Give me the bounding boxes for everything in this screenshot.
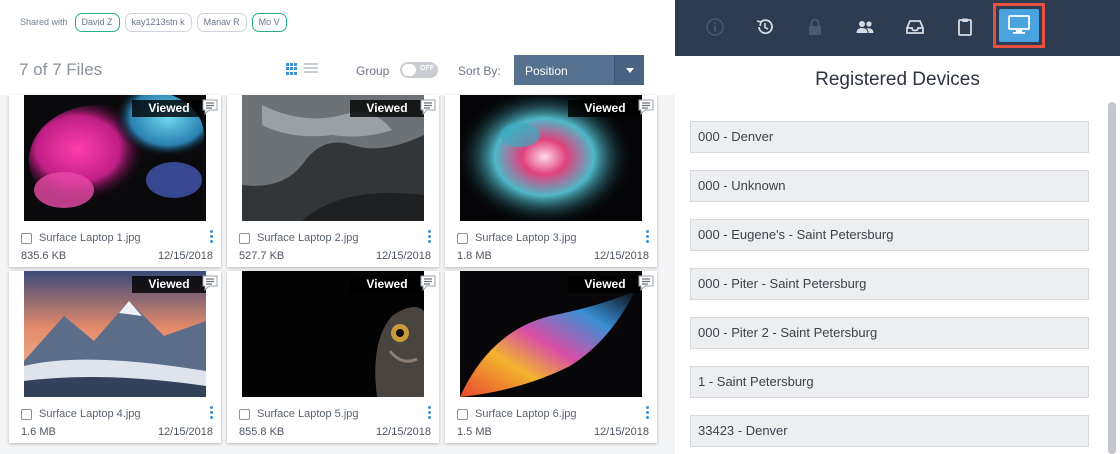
device-item[interactable]: 000 - Piter - Saint Petersburg bbox=[690, 268, 1089, 300]
monitor-tab[interactable] bbox=[999, 9, 1039, 42]
more-options-icon[interactable] bbox=[646, 406, 650, 420]
shared-with-label: Shared with bbox=[20, 17, 68, 27]
file-thumbnail[interactable]: Viewed bbox=[460, 95, 642, 221]
file-grid: Viewed Surface Laptop 1.jpg 835.6 KB 12/… bbox=[0, 95, 675, 454]
toggle-knob bbox=[402, 64, 416, 76]
viewed-badge: Viewed bbox=[132, 100, 206, 117]
more-options-icon[interactable] bbox=[428, 406, 432, 420]
list-view-icon[interactable] bbox=[304, 63, 318, 75]
panel-title: Registered Devices bbox=[815, 69, 980, 90]
device-item[interactable]: 000 - Unknown bbox=[690, 170, 1089, 202]
file-size: 1.5 MB bbox=[457, 426, 492, 438]
file-card[interactable]: Viewed Surface Laptop 3.jpg 1.8 MB 12/15… bbox=[445, 95, 657, 267]
file-size: 855.8 KB bbox=[239, 426, 285, 438]
details-panel: Registered Devices 000 - Denver 000 - Un… bbox=[675, 0, 1120, 454]
more-options-icon[interactable] bbox=[646, 230, 650, 244]
lock-icon[interactable] bbox=[805, 17, 825, 37]
viewed-badge: Viewed bbox=[350, 276, 424, 293]
file-name[interactable]: Surface Laptop 3.jpg bbox=[475, 232, 577, 244]
file-thumbnail[interactable]: Viewed bbox=[24, 95, 206, 221]
files-pane: Shared with David Z kay1213stn k Manav R… bbox=[0, 0, 675, 454]
shared-with-bar: Shared with David Z kay1213stn k Manav R… bbox=[20, 12, 287, 32]
history-icon[interactable] bbox=[755, 17, 775, 37]
file-date: 12/15/2018 bbox=[593, 250, 649, 262]
file-name[interactable]: Surface Laptop 4.jpg bbox=[39, 408, 141, 420]
file-thumbnail[interactable]: Viewed bbox=[242, 271, 424, 397]
more-options-icon[interactable] bbox=[428, 230, 432, 244]
file-date: 12/15/2018 bbox=[375, 426, 431, 438]
shared-user-chip[interactable]: kay1213stn k bbox=[124, 12, 192, 32]
device-item[interactable]: 1 - Saint Petersburg bbox=[690, 366, 1089, 398]
file-name[interactable]: Surface Laptop 2.jpg bbox=[257, 232, 359, 244]
scrollbar[interactable] bbox=[1108, 102, 1116, 454]
comment-icon[interactable] bbox=[201, 274, 219, 292]
comment-icon[interactable] bbox=[419, 98, 437, 116]
shared-user-chip[interactable]: Mo V bbox=[251, 12, 287, 32]
device-item[interactable]: 000 - Piter 2 - Saint Petersburg bbox=[690, 317, 1089, 349]
group-toggle[interactable]: OFF bbox=[400, 62, 438, 78]
file-card[interactable]: Viewed Surface Laptop 2.jpg 527.7 KB 12/… bbox=[227, 95, 439, 267]
viewed-badge: Viewed bbox=[568, 276, 642, 293]
file-card[interactable]: Viewed Surface Laptop 1.jpg 835.6 KB 12/… bbox=[9, 95, 221, 267]
group-label: Group bbox=[356, 64, 390, 78]
clipboard-icon[interactable] bbox=[955, 17, 975, 37]
file-date: 12/15/2018 bbox=[157, 250, 213, 262]
file-size: 835.6 KB bbox=[21, 250, 67, 262]
viewed-badge: Viewed bbox=[132, 276, 206, 293]
sort-by-label: Sort By: bbox=[458, 64, 501, 78]
file-checkbox[interactable] bbox=[457, 233, 468, 244]
more-options-icon[interactable] bbox=[210, 406, 214, 420]
panel-toolbar bbox=[675, 0, 1120, 56]
file-checkbox[interactable] bbox=[239, 233, 250, 244]
inbox-icon[interactable] bbox=[905, 17, 925, 37]
file-checkbox[interactable] bbox=[21, 233, 32, 244]
file-name[interactable]: Surface Laptop 5.jpg bbox=[257, 408, 359, 420]
file-card[interactable]: Viewed Surface Laptop 4.jpg 1.6 MB 12/15… bbox=[9, 271, 221, 443]
file-card[interactable]: Viewed Surface Laptop 6.jpg 1.5 MB 12/15… bbox=[445, 271, 657, 443]
file-date: 12/15/2018 bbox=[375, 250, 431, 262]
file-date: 12/15/2018 bbox=[593, 426, 649, 438]
toggle-state: OFF bbox=[420, 65, 434, 72]
shared-user-chip[interactable]: David Z bbox=[74, 12, 120, 32]
device-item[interactable]: 000 - Denver bbox=[690, 121, 1089, 153]
scrollbar-thumb[interactable] bbox=[1108, 102, 1116, 454]
file-size: 527.7 KB bbox=[239, 250, 285, 262]
sort-value: Position bbox=[525, 64, 568, 78]
device-item[interactable]: 000 - Eugene's - Saint Petersburg bbox=[690, 219, 1089, 251]
file-checkbox[interactable] bbox=[457, 409, 468, 420]
chevron-down-icon[interactable] bbox=[614, 55, 644, 85]
file-size: 1.6 MB bbox=[21, 426, 56, 438]
file-checkbox[interactable] bbox=[21, 409, 32, 420]
file-date: 12/15/2018 bbox=[157, 426, 213, 438]
file-thumbnail[interactable]: Viewed bbox=[24, 271, 206, 397]
files-count: 7 of 7 Files bbox=[19, 60, 103, 79]
file-card[interactable]: Viewed Surface Laptop 5.jpg 855.8 KB 12/… bbox=[227, 271, 439, 443]
monitor-icon[interactable] bbox=[1008, 15, 1030, 35]
users-icon[interactable] bbox=[855, 17, 875, 37]
info-icon[interactable] bbox=[705, 17, 725, 37]
comment-icon[interactable] bbox=[637, 98, 655, 116]
comment-icon[interactable] bbox=[637, 274, 655, 292]
file-size: 1.8 MB bbox=[457, 250, 492, 262]
file-thumbnail[interactable]: Viewed bbox=[460, 271, 642, 397]
app-root: Shared with David Z kay1213stn k Manav R… bbox=[0, 0, 1120, 454]
shared-user-chip[interactable]: Manav R bbox=[196, 12, 247, 32]
viewed-badge: Viewed bbox=[568, 100, 642, 117]
viewed-badge: Viewed bbox=[350, 100, 424, 117]
sort-select[interactable]: Position bbox=[514, 55, 644, 85]
device-list: 000 - Denver 000 - Unknown 000 - Eugene'… bbox=[690, 121, 1090, 454]
device-item[interactable]: 33423 - Denver bbox=[690, 415, 1089, 447]
file-checkbox[interactable] bbox=[239, 409, 250, 420]
comment-icon[interactable] bbox=[419, 274, 437, 292]
grid-view-icon[interactable] bbox=[286, 63, 299, 75]
more-options-icon[interactable] bbox=[210, 230, 214, 244]
active-tab-highlight bbox=[993, 3, 1045, 48]
comment-icon[interactable] bbox=[201, 98, 219, 116]
file-thumbnail[interactable]: Viewed bbox=[242, 95, 424, 221]
file-name[interactable]: Surface Laptop 1.jpg bbox=[39, 232, 141, 244]
file-name[interactable]: Surface Laptop 6.jpg bbox=[475, 408, 577, 420]
